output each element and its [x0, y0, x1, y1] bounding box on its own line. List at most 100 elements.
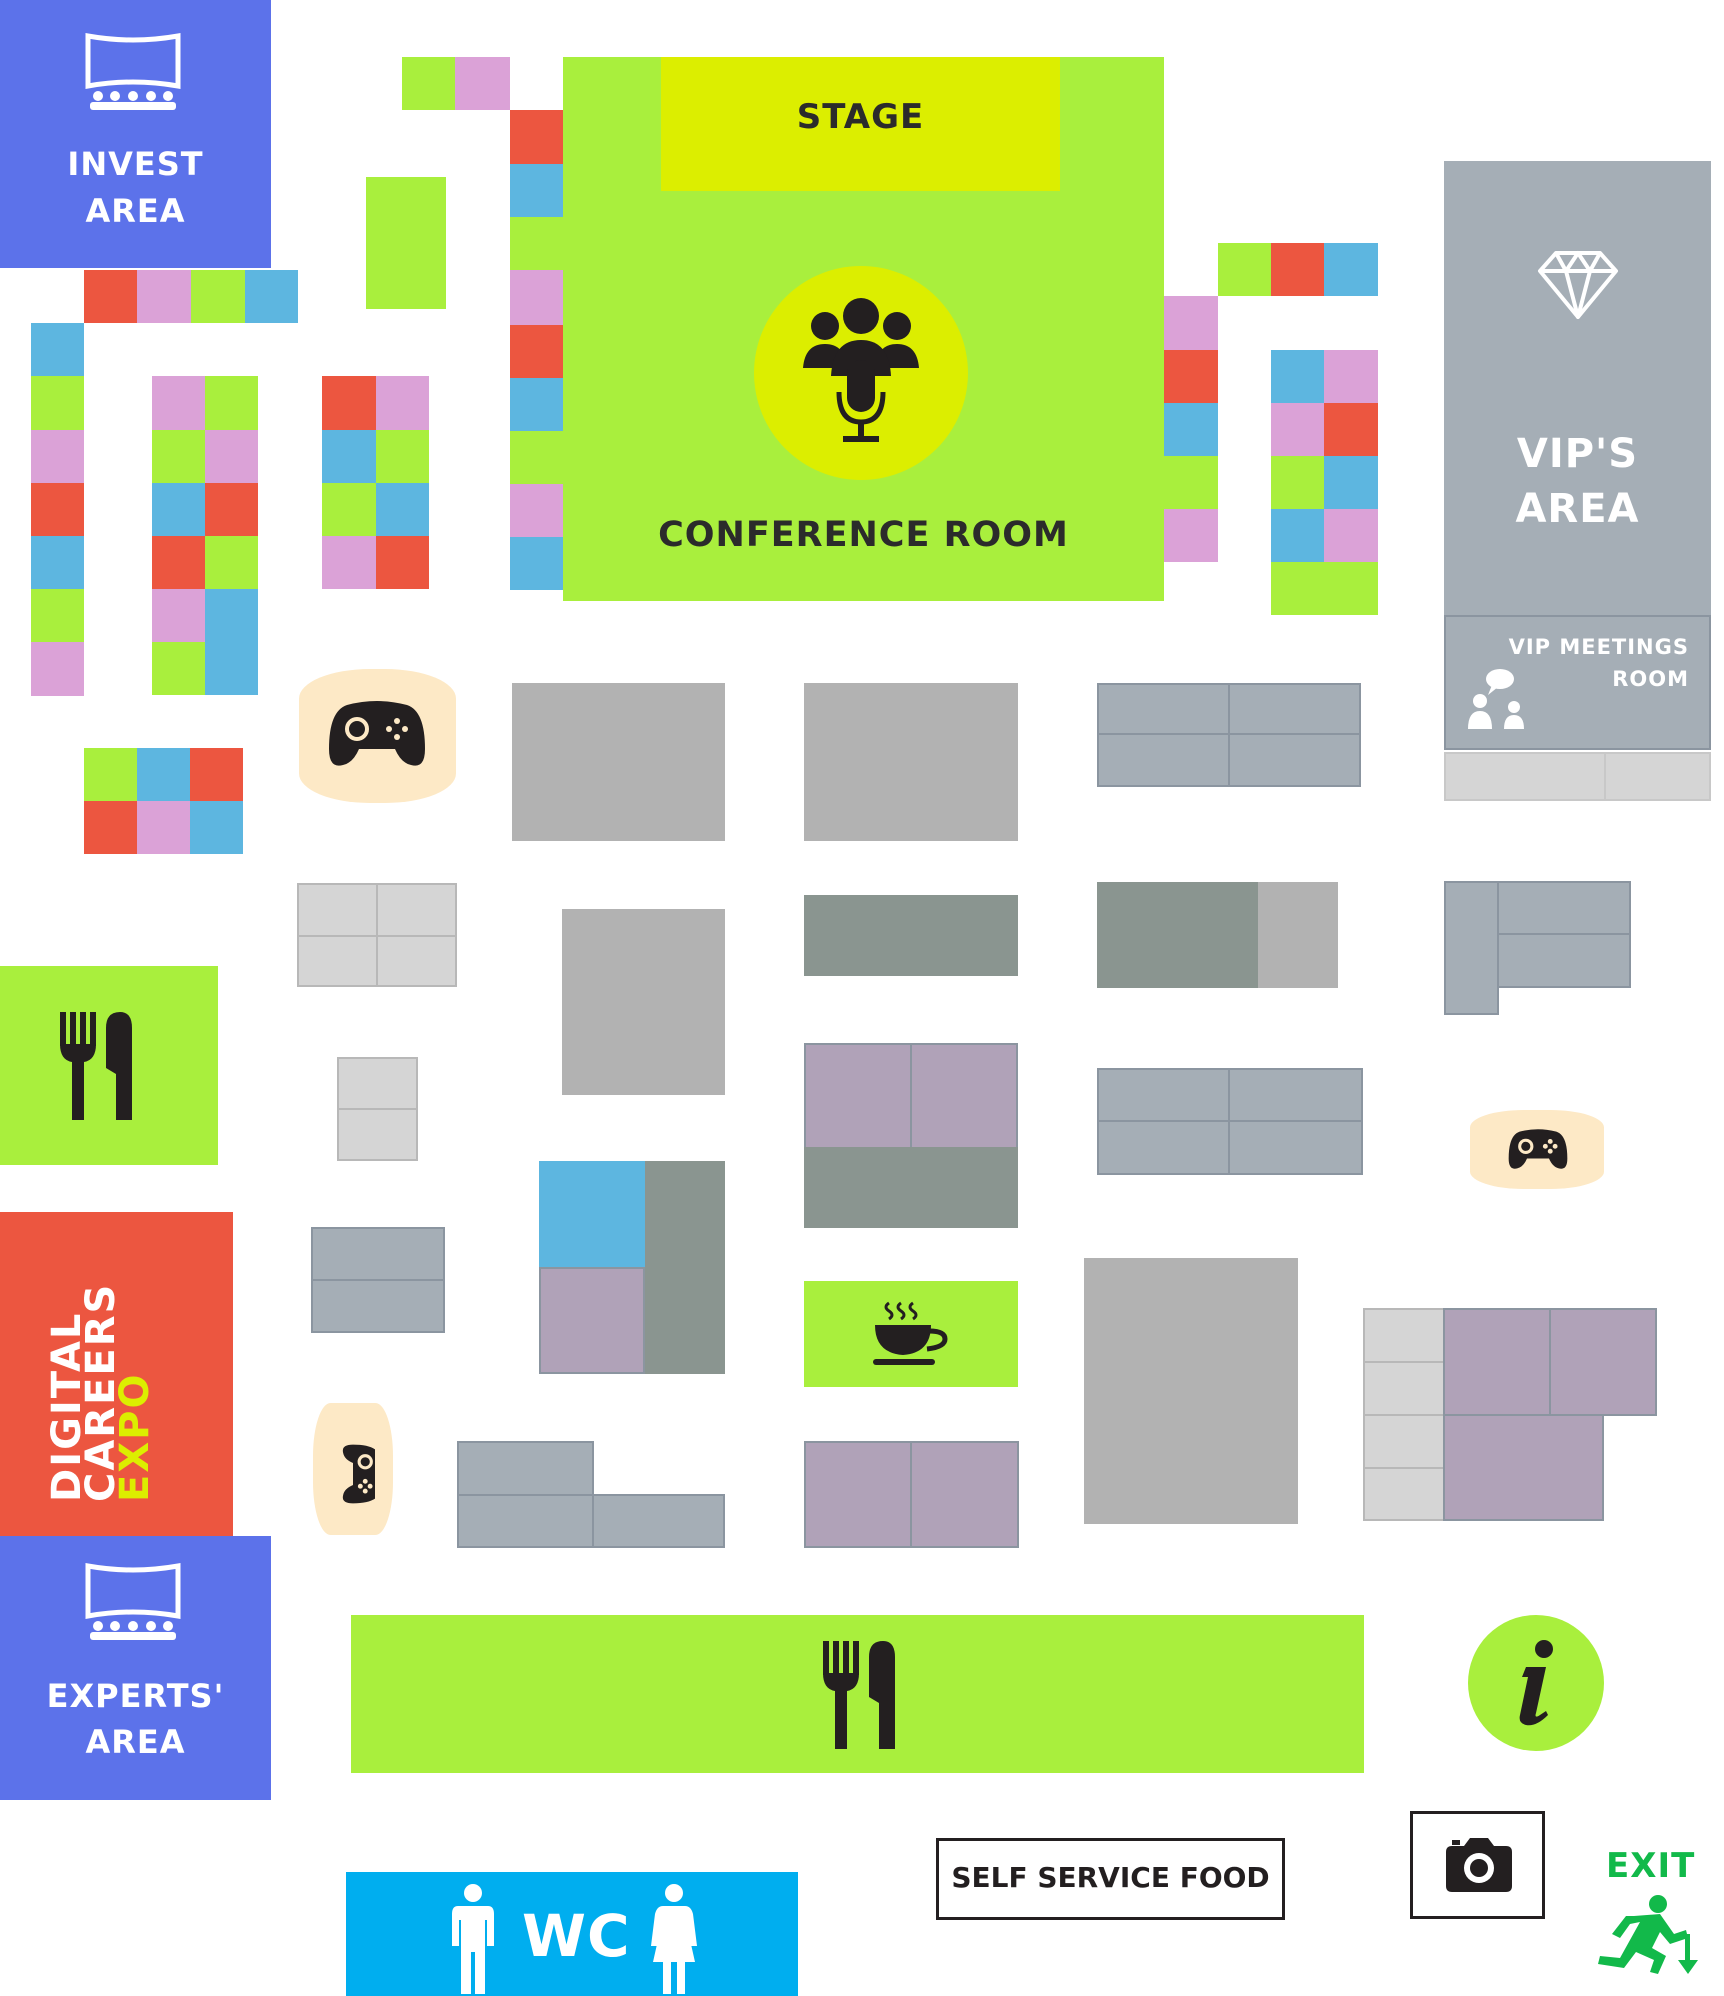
stand-cell[interactable] [1164, 403, 1218, 456]
stand-cell[interactable] [322, 430, 376, 483]
vip-area-zone[interactable]: VIP'S AREA VIP MEETINGS ROOM [1444, 161, 1711, 750]
booth[interactable] [457, 1494, 594, 1548]
stand-cell[interactable] [322, 483, 376, 536]
game-zone[interactable] [1470, 1110, 1604, 1189]
booth[interactable] [1097, 1120, 1230, 1175]
booth[interactable] [337, 1057, 418, 1110]
stand-cell[interactable] [1218, 243, 1271, 296]
booth[interactable] [297, 883, 378, 937]
booth[interactable] [457, 1441, 594, 1497]
booth[interactable] [1258, 882, 1338, 988]
stand-cell[interactable] [84, 748, 137, 801]
stand-cell[interactable] [322, 376, 376, 430]
stand-cell[interactable] [376, 483, 429, 536]
stand-cell[interactable] [205, 376, 258, 430]
booth[interactable] [804, 1043, 912, 1149]
booth[interactable] [1363, 1361, 1445, 1416]
booth[interactable] [1097, 683, 1230, 735]
stand-cell[interactable] [31, 430, 84, 483]
stand-cell[interactable] [137, 270, 191, 323]
stand-cell[interactable] [191, 270, 245, 323]
stand-cell[interactable] [137, 801, 190, 854]
booth[interactable] [311, 1227, 445, 1281]
stand-block[interactable] [366, 177, 446, 309]
stand-cell[interactable] [510, 164, 563, 217]
booth[interactable] [1228, 683, 1361, 735]
experts-area-zone[interactable]: EXPERTS' AREA [0, 1536, 271, 1800]
stand-cell[interactable] [510, 537, 563, 590]
booth[interactable] [804, 895, 1018, 976]
booth[interactable] [1363, 1414, 1445, 1469]
digital-careers-expo-zone[interactable]: DIGITAL CAREERS EXPO [0, 1212, 233, 1536]
stand-cell[interactable] [510, 325, 563, 378]
booth[interactable] [910, 1043, 1018, 1149]
stand-cell[interactable] [1324, 403, 1378, 456]
booth[interactable] [804, 1441, 912, 1548]
booth[interactable] [376, 883, 457, 937]
stand-cell[interactable] [245, 270, 298, 323]
stage-zone[interactable]: STAGE [661, 57, 1060, 191]
booth[interactable] [1084, 1258, 1298, 1524]
stand-cell[interactable] [510, 484, 563, 537]
booth[interactable] [311, 1279, 445, 1333]
stand-cell[interactable] [31, 376, 84, 430]
dining-area[interactable] [351, 1615, 1364, 1773]
coffee-point[interactable] [804, 1281, 1018, 1387]
stand-cell[interactable] [1324, 350, 1378, 403]
stand-cell[interactable] [205, 589, 258, 695]
booth[interactable] [1228, 1120, 1363, 1175]
stand-cell[interactable] [510, 431, 563, 484]
stand-cell[interactable] [152, 642, 205, 695]
stand-cell[interactable] [31, 483, 84, 536]
stand-cell[interactable] [1271, 403, 1324, 456]
stand-cell[interactable] [1271, 243, 1324, 296]
conference-room-zone[interactable]: STAGE CONFERENCE ROOM [563, 57, 1164, 601]
booth[interactable] [1097, 1068, 1230, 1122]
stand-cell[interactable] [152, 483, 205, 536]
booth[interactable] [376, 935, 457, 987]
game-zone[interactable] [299, 669, 456, 803]
stand-cell[interactable] [31, 589, 84, 642]
stand-cell[interactable] [322, 536, 376, 589]
booth[interactable] [297, 935, 378, 987]
vip-booth[interactable] [1604, 752, 1711, 801]
stand-cell[interactable] [1271, 509, 1324, 562]
stand-cell[interactable] [152, 536, 205, 589]
photo-point[interactable] [1410, 1811, 1545, 1919]
booth[interactable] [1497, 881, 1631, 935]
stand-cell[interactable] [510, 110, 563, 164]
booth[interactable] [1444, 881, 1499, 1015]
stand-cell[interactable] [510, 217, 563, 270]
stand-cell[interactable] [1164, 509, 1218, 562]
stand-cell[interactable] [31, 323, 84, 376]
stand-cell[interactable] [1164, 350, 1218, 403]
info-point[interactable] [1468, 1615, 1604, 1751]
game-zone[interactable] [313, 1403, 393, 1535]
booth[interactable] [1097, 733, 1230, 787]
booth[interactable] [539, 1267, 645, 1374]
stand-cell[interactable] [1324, 509, 1378, 562]
booth[interactable] [804, 683, 1018, 841]
booth[interactable] [1443, 1308, 1551, 1416]
stand-cell[interactable] [402, 57, 455, 110]
booth[interactable] [592, 1494, 725, 1548]
stand-cell[interactable] [1324, 456, 1378, 509]
booth[interactable] [562, 909, 725, 1095]
food-area[interactable] [0, 966, 218, 1165]
stand-cell[interactable] [152, 430, 205, 483]
stand-cell[interactable] [376, 536, 429, 589]
stand-cell[interactable] [455, 57, 510, 110]
stand-cell[interactable] [152, 376, 205, 430]
stand-cell[interactable] [137, 748, 190, 801]
stand-cell[interactable] [1164, 296, 1218, 350]
stand-cell[interactable] [205, 430, 258, 483]
stand-cell[interactable] [152, 589, 205, 642]
running-exit-icon[interactable] [1594, 1894, 1706, 1976]
stand-cell[interactable] [376, 376, 429, 430]
booth[interactable] [1443, 1414, 1604, 1521]
stand-cell[interactable] [1271, 456, 1324, 509]
vip-meetings-room[interactable]: VIP MEETINGS ROOM [1444, 615, 1711, 750]
invest-area-zone[interactable]: INVEST AREA [0, 0, 271, 268]
booth[interactable] [645, 1161, 725, 1374]
stand-cell[interactable] [190, 748, 243, 801]
